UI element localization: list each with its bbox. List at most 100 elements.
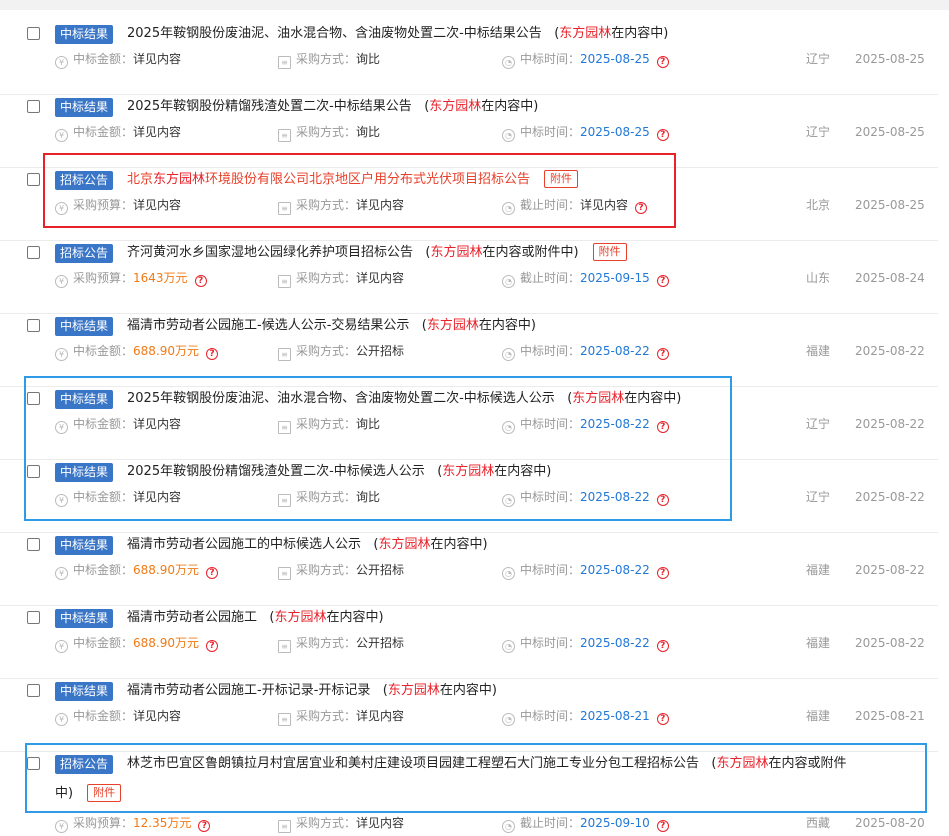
row-checkbox[interactable] bbox=[27, 392, 40, 405]
list-item[interactable]: 中标结果 2025年鞍钢股份精馏残渣处置二次-中标候选人公示 (东方园林在内容中… bbox=[0, 460, 938, 533]
amount-value: 12.35万元 bbox=[133, 816, 192, 830]
type-tag: 招标公告 bbox=[55, 171, 114, 190]
yen-icon: ¥ bbox=[55, 348, 68, 361]
type-tag: 中标结果 bbox=[55, 463, 114, 482]
method-value: 询比 bbox=[356, 125, 381, 139]
row-checkbox[interactable] bbox=[27, 173, 40, 186]
region: 北京 bbox=[806, 198, 831, 212]
method-value: 公开招标 bbox=[356, 344, 405, 358]
yen-icon: ¥ bbox=[55, 202, 68, 215]
help-icon[interactable]: ? bbox=[206, 567, 219, 579]
region: 西藏 bbox=[806, 816, 831, 830]
help-icon[interactable]: ? bbox=[656, 567, 669, 579]
list-item[interactable]: 中标结果 福清市劳动者公园施工-开标记录-开标记录 (东方园林在内容中) ¥ 中标… bbox=[0, 679, 938, 752]
attachment-badge[interactable]: 附件 bbox=[87, 784, 122, 802]
help-icon[interactable]: ? bbox=[656, 713, 669, 725]
list-item[interactable]: 中标结果 2025年鞍钢股份废油泥、油水混合物、含油废物处置二次-中标结果公告 … bbox=[0, 22, 938, 95]
item-title[interactable]: 福清市劳动者公园施工 (东方园林在内容中) bbox=[127, 608, 384, 628]
document-icon: ≡ bbox=[278, 275, 291, 288]
item-title[interactable]: 2025年鞍钢股份废油泥、油水混合物、含油废物处置二次-中标结果公告 (东方园林… bbox=[127, 24, 668, 44]
amount-value: 688.90万元 bbox=[133, 344, 200, 358]
keyword-highlight: 东方园林 bbox=[442, 464, 495, 479]
row-checkbox[interactable] bbox=[27, 684, 40, 697]
clock-icon: ◔ bbox=[502, 129, 515, 142]
row-checkbox[interactable] bbox=[27, 611, 40, 624]
yen-icon: ¥ bbox=[55, 275, 68, 288]
help-icon[interactable]: ? bbox=[656, 129, 669, 141]
amount-value: 1643万元 bbox=[133, 271, 188, 285]
attachment-badge[interactable]: 附件 bbox=[544, 170, 579, 188]
help-icon[interactable]: ? bbox=[656, 56, 669, 68]
top-strip bbox=[0, 0, 949, 10]
item-title[interactable]: 福清市劳动者公园施工的中标候选人公示 (东方园林在内容中) bbox=[127, 535, 488, 555]
item-title[interactable]: 林芝市巴宜区鲁朗镇拉月村宜居宜业和美村庄建设项目园建工程塑石大门施工专业分包工程… bbox=[127, 754, 847, 774]
item-title[interactable]: 2025年鞍钢股份精馏残渣处置二次-中标候选人公示 (东方园林在内容中) bbox=[127, 462, 551, 482]
amount-value: 688.90万元 bbox=[133, 563, 200, 577]
help-icon[interactable]: ? bbox=[656, 820, 669, 832]
help-icon[interactable]: ? bbox=[656, 421, 669, 433]
list-item[interactable]: 招标公告 林芝市巴宜区鲁朗镇拉月村宜居宜业和美村庄建设项目园建工程塑石大门施工专… bbox=[0, 752, 938, 836]
item-title[interactable]: 2025年鞍钢股份废油泥、油水混合物、含油废物处置二次-中标候选人公示 (东方园… bbox=[127, 389, 681, 409]
amount-value: 详见内容 bbox=[133, 417, 182, 431]
publish-date: 2025-08-25 bbox=[855, 52, 925, 66]
region: 辽宁 bbox=[806, 490, 831, 504]
row-checkbox[interactable] bbox=[27, 757, 40, 770]
clock-icon: ◔ bbox=[502, 713, 515, 726]
clock-icon: ◔ bbox=[502, 56, 515, 69]
item-title[interactable]: 齐河黄河水乡国家湿地公园绿化养护项目招标公告 (东方园林在内容或附件中) 附件 bbox=[127, 243, 627, 263]
attachment-badge[interactable]: 附件 bbox=[592, 243, 627, 261]
keyword-highlight: 东方园林 bbox=[378, 537, 431, 552]
keyword-highlight: 东方园林 bbox=[426, 318, 479, 333]
row-checkbox[interactable] bbox=[27, 465, 40, 478]
item-title[interactable]: 福清市劳动者公园施工-候选人公示-交易结果公示 (东方园林在内容中) bbox=[127, 316, 536, 336]
clock-icon: ◔ bbox=[502, 567, 515, 580]
amount-value: 详见内容 bbox=[133, 490, 182, 504]
publish-date: 2025-08-22 bbox=[855, 636, 925, 650]
type-tag: 中标结果 bbox=[55, 682, 114, 701]
help-icon[interactable]: ? bbox=[635, 202, 648, 214]
type-tag: 招标公告 bbox=[55, 244, 114, 263]
time-value: 2025-08-22 bbox=[580, 344, 650, 358]
row-checkbox[interactable] bbox=[27, 100, 40, 113]
yen-icon: ¥ bbox=[55, 713, 68, 726]
list-item[interactable]: 中标结果 福清市劳动者公园施工的中标候选人公示 (东方园林在内容中) ¥ 中标金额… bbox=[0, 533, 938, 606]
row-checkbox[interactable] bbox=[27, 319, 40, 332]
row-checkbox[interactable] bbox=[27, 27, 40, 40]
list-item[interactable]: 招标公告 北京东方园林环境股份有限公司北京地区户用分布式光伏项目招标公告 附件 ¥… bbox=[0, 168, 938, 241]
help-icon[interactable]: ? bbox=[206, 640, 219, 652]
time-value: 2025-08-22 bbox=[580, 417, 650, 431]
list-item[interactable]: 招标公告 齐河黄河水乡国家湿地公园绿化养护项目招标公告 (东方园林在内容或附件中… bbox=[0, 241, 938, 314]
item-title[interactable]: 北京东方园林环境股份有限公司北京地区户用分布式光伏项目招标公告 附件 bbox=[127, 170, 579, 190]
publish-date: 2025-08-21 bbox=[855, 709, 925, 723]
clock-icon: ◔ bbox=[502, 820, 515, 833]
type-tag: 中标结果 bbox=[55, 536, 114, 555]
row-checkbox[interactable] bbox=[27, 246, 40, 259]
list-item[interactable]: 中标结果 2025年鞍钢股份废油泥、油水混合物、含油废物处置二次-中标候选人公示… bbox=[0, 387, 938, 460]
list-item[interactable]: 中标结果 福清市劳动者公园施工-候选人公示-交易结果公示 (东方园林在内容中) … bbox=[0, 314, 938, 387]
item-title[interactable]: 福清市劳动者公园施工-开标记录-开标记录 (东方园林在内容中) bbox=[127, 681, 497, 701]
help-icon[interactable]: ? bbox=[206, 348, 219, 360]
help-icon[interactable]: ? bbox=[656, 640, 669, 652]
help-icon[interactable]: ? bbox=[656, 494, 669, 506]
type-tag: 中标结果 bbox=[55, 609, 114, 628]
list-item[interactable]: 中标结果 福清市劳动者公园施工 (东方园林在内容中) ¥ 中标金额：688.90万… bbox=[0, 606, 938, 679]
help-icon[interactable]: ? bbox=[656, 348, 669, 360]
method-value: 详见内容 bbox=[356, 271, 405, 285]
document-icon: ≡ bbox=[278, 713, 291, 726]
help-icon[interactable]: ? bbox=[198, 820, 211, 832]
amount-value: 688.90万元 bbox=[133, 636, 200, 650]
item-title-cont: 中) bbox=[55, 786, 74, 801]
time-value: 2025-08-22 bbox=[580, 563, 650, 577]
item-title[interactable]: 2025年鞍钢股份精馏残渣处置二次-中标结果公告 (东方园林在内容中) bbox=[127, 97, 538, 117]
method-value: 询比 bbox=[356, 490, 381, 504]
region: 福建 bbox=[806, 344, 831, 358]
help-icon[interactable]: ? bbox=[656, 275, 669, 287]
help-icon[interactable]: ? bbox=[194, 275, 207, 287]
row-checkbox[interactable] bbox=[27, 538, 40, 551]
method-value: 详见内容 bbox=[356, 709, 405, 723]
list-item[interactable]: 中标结果 2025年鞍钢股份精馏残渣处置二次-中标结果公告 (东方园林在内容中)… bbox=[0, 95, 938, 168]
document-icon: ≡ bbox=[278, 56, 291, 69]
keyword-highlight: 东方园林 bbox=[430, 245, 483, 260]
type-tag: 中标结果 bbox=[55, 25, 114, 44]
type-tag: 中标结果 bbox=[55, 317, 114, 336]
